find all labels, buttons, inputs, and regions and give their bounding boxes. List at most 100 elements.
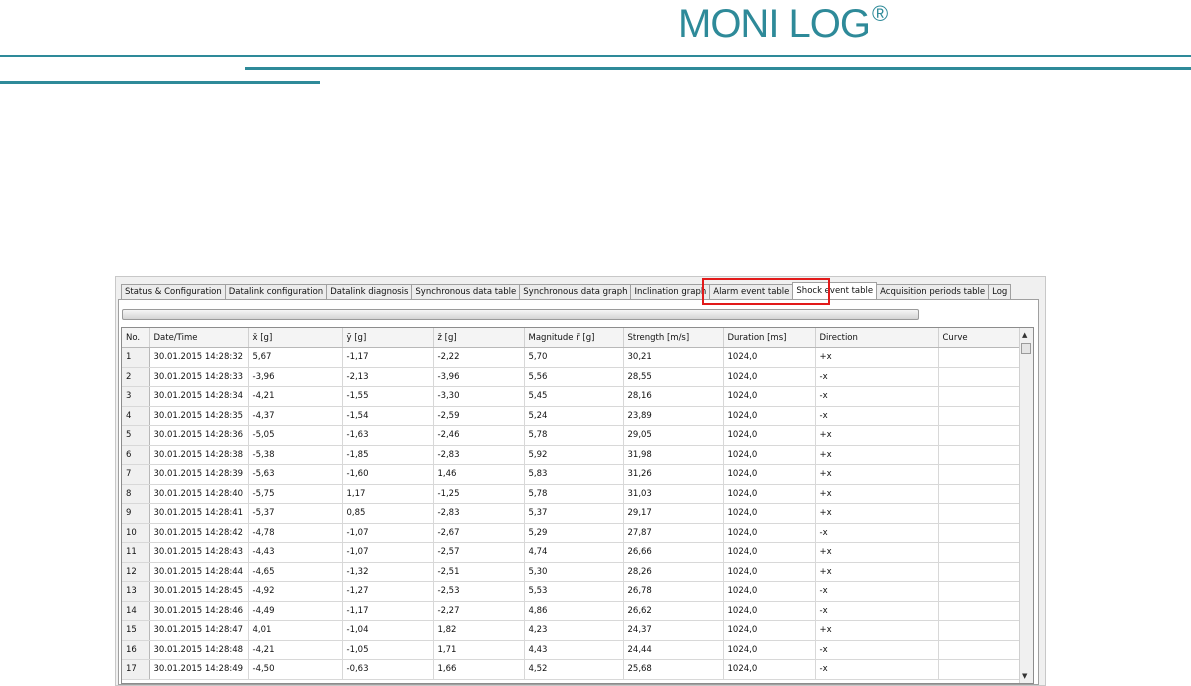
table-row[interactable]: 6 30.01.2015 14:28:38 -5,38 -1,85 -2,83 5,92 3… [122, 445, 1033, 465]
table-cell: -2,13 [342, 367, 434, 387]
table-cell: 28,26 [623, 562, 724, 582]
table-cell: 1024,0 [723, 581, 816, 602]
table-cell: 5,30 [524, 562, 624, 582]
table-cell: 1024,0 [723, 367, 816, 387]
row-number: 6 [122, 445, 150, 465]
table-cell: -4,65 [248, 562, 343, 582]
brand-name: MONI LOG [678, 2, 871, 46]
scroll-thumb[interactable] [1021, 343, 1031, 354]
column-header[interactable]: Direction [815, 328, 939, 348]
table-cell: -5,05 [248, 425, 343, 446]
table-cell: 5,92 [524, 445, 624, 465]
column-header[interactable]: z̄ [g] [433, 328, 525, 348]
table-cell: +x [815, 542, 939, 563]
column-header[interactable]: x̄ [g] [248, 328, 343, 348]
table-cell: -1,04 [342, 620, 434, 641]
tab-datalink-configuration[interactable]: Datalink configuration [224, 284, 328, 299]
table-cell: 1024,0 [723, 445, 816, 465]
table-cell: -2,22 [433, 347, 525, 368]
table-cell: +x [815, 425, 939, 446]
row-number: 12 [122, 562, 150, 582]
header-rule-long [0, 55, 1191, 57]
table-row[interactable]: 4 30.01.2015 14:28:35 -4,37 -1,54 -2,59 5,24 2… [122, 406, 1033, 426]
table-row[interactable]: 2 30.01.2015 14:28:33 -3,96 -2,13 -3,96 5,56 2… [122, 367, 1033, 387]
table-row[interactable]: 9 30.01.2015 14:28:41 -5,37 0,85 -2,83 5,37 29… [122, 503, 1033, 524]
table-row[interactable]: 11 30.01.2015 14:28:43 -4,43 -1,07 -2,57 4,74… [122, 542, 1033, 563]
tab-datalink-diagnosis[interactable]: Datalink diagnosis [326, 284, 413, 299]
table-row[interactable]: 15 30.01.2015 14:28:47 4,01 -1,04 1,82 4,23 24… [122, 620, 1033, 641]
table-row[interactable]: 13 30.01.2015 14:28:45 -4,92 -1,27 -2,53 5,53… [122, 581, 1033, 602]
table-cell: -2,51 [433, 562, 525, 582]
progress-bar [122, 309, 919, 320]
column-header[interactable]: Duration [ms] [723, 328, 816, 348]
table-cell: 1024,0 [723, 562, 816, 582]
table-cell: 30.01.2015 14:28:38 [149, 445, 249, 465]
table-cell: 1024,0 [723, 484, 816, 504]
header-rule-middle [245, 67, 1191, 70]
table-cell: -3,96 [433, 367, 525, 387]
tab-status-configuration[interactable]: Status & Configuration [121, 284, 226, 299]
table-row[interactable]: 3 30.01.2015 14:28:34 -4,21 -1,55 -3,30 5,45 2… [122, 386, 1033, 407]
row-number: 17 [122, 659, 150, 680]
scroll-up-icon[interactable]: ▲ [1022, 331, 1027, 339]
tab-acquisition-periods-table[interactable]: Acquisition periods table [876, 284, 990, 299]
table-cell: 5,67 [248, 347, 343, 368]
table-row[interactable]: 12 30.01.2015 14:28:44 -4,65 -1,32 -2,51 5,30… [122, 562, 1033, 582]
table-cell: 30.01.2015 14:28:39 [149, 464, 249, 485]
table-cell: 30,21 [623, 347, 724, 368]
table-cell: -2,53 [433, 581, 525, 602]
table-cell: 0,85 [342, 503, 434, 524]
table-cell: 27,87 [623, 523, 724, 543]
table-cell: 5,83 [524, 464, 624, 485]
table-cell: -5,75 [248, 484, 343, 504]
table-cell: -2,83 [433, 503, 525, 524]
scroll-down-icon[interactable]: ▼ [1022, 672, 1027, 680]
tab-synchronous-data-table[interactable]: Synchronous data table [411, 284, 521, 299]
row-number: 9 [122, 503, 150, 524]
row-number: 15 [122, 620, 150, 641]
table-cell: -x [815, 581, 939, 602]
table-row[interactable]: 10 30.01.2015 14:28:42 -4,78 -1,07 -2,67 5,29… [122, 523, 1033, 543]
table-cell: 30.01.2015 14:28:49 [149, 659, 249, 680]
table-cell: 30.01.2015 14:28:36 [149, 425, 249, 446]
vertical-scrollbar[interactable]: ▲ ▼ [1019, 328, 1033, 683]
table-row[interactable]: 5 30.01.2015 14:28:36 -5,05 -1,63 -2,46 5,78 2… [122, 425, 1033, 446]
table-cell: 30.01.2015 14:28:34 [149, 386, 249, 407]
tab-inclination-graph[interactable]: Inclination graph [630, 284, 711, 299]
row-number: 10 [122, 523, 150, 543]
table-cell: -1,25 [433, 484, 525, 504]
table-row[interactable]: 17 30.01.2015 14:28:49 -4,50 -0,63 1,66 4,52 2… [122, 659, 1033, 680]
table-row[interactable]: 7 30.01.2015 14:28:39 -5,63 -1,60 1,46 5,83 31… [122, 464, 1033, 485]
tab-synchronous-data-graph[interactable]: Synchronous data graph [519, 284, 632, 299]
table-cell: -1,17 [342, 601, 434, 621]
table-cell: 30.01.2015 14:28:40 [149, 484, 249, 504]
tab-log[interactable]: Log [988, 284, 1012, 299]
table-cell: -4,21 [248, 640, 343, 660]
table-cell: +x [815, 620, 939, 641]
row-number: 2 [122, 367, 150, 387]
row-number: 11 [122, 542, 150, 563]
column-header[interactable]: Magnitude r̄ [g] [524, 328, 624, 348]
table-row[interactable]: 16 30.01.2015 14:28:48 -4,21 -1,05 1,71 4,43 2… [122, 640, 1033, 660]
row-number: 4 [122, 406, 150, 426]
column-header[interactable]: Strength [m/s] [623, 328, 724, 348]
table-row[interactable]: 14 30.01.2015 14:28:46 -4,49 -1,17 -2,27 4,86… [122, 601, 1033, 621]
table-cell: 30.01.2015 14:28:46 [149, 601, 249, 621]
table-cell: 1024,0 [723, 620, 816, 641]
table-cell: +x [815, 503, 939, 524]
table-row[interactable]: 8 30.01.2015 14:28:40 -5,75 1,17 -1,25 5,78 31… [122, 484, 1033, 504]
table-cell: 30.01.2015 14:28:47 [149, 620, 249, 641]
table-cell: 30.01.2015 14:28:32 [149, 347, 249, 368]
table-cell: 30.01.2015 14:28:48 [149, 640, 249, 660]
column-header[interactable]: ȳ [g] [342, 328, 434, 348]
table-cell: -5,38 [248, 445, 343, 465]
table-cell: -3,30 [433, 386, 525, 407]
table-cell: +x [815, 445, 939, 465]
table-row[interactable]: 1 30.01.2015 14:28:32 5,67 -1,17 -2,22 5,70 30… [122, 347, 1033, 368]
table-cell: -1,55 [342, 386, 434, 407]
table-cell: -1,05 [342, 640, 434, 660]
table-cell: -4,37 [248, 406, 343, 426]
column-header[interactable]: No. [122, 328, 150, 348]
table-cell: 1024,0 [723, 503, 816, 524]
column-header[interactable]: Date/Time [149, 328, 249, 348]
